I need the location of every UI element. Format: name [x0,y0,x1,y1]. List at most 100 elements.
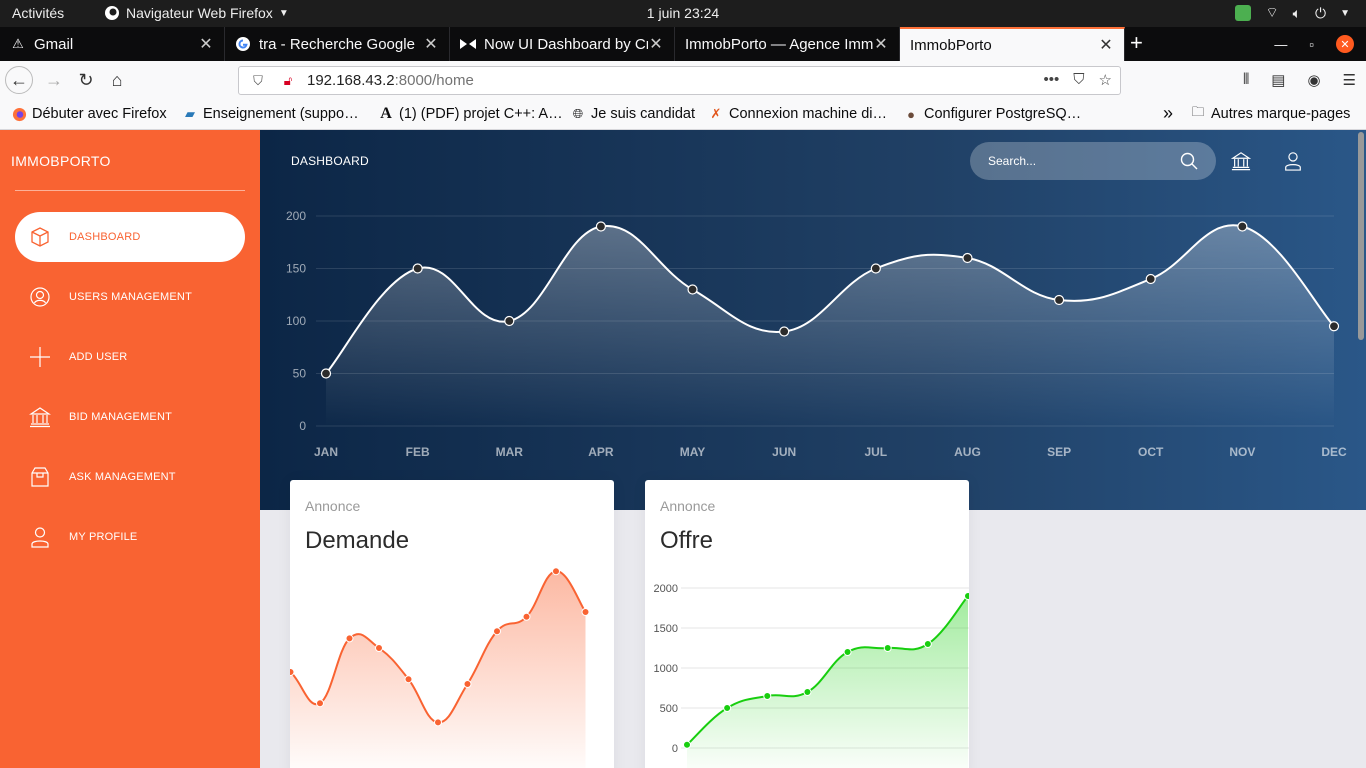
sidebar-item-users-management[interactable]: USERS MANAGEMENT [15,272,245,322]
y-tick-label: 0 [672,743,678,755]
new-tab-button[interactable]: + [1130,30,1143,56]
close-icon[interactable]: ✕ [423,34,439,54]
insecure-lock-icon[interactable]: 🔓︎ [277,73,299,89]
app-name: Navigateur Web Firefox [126,5,273,21]
bookmark-item[interactable]: 🌐︎ Je suis candidat [570,106,695,122]
bank-icon[interactable] [1230,151,1252,176]
security-shield-icon[interactable] [1235,5,1252,21]
tracking-shield-icon[interactable]: ⛉ [247,73,269,89]
card-title: Offre [660,527,713,554]
tab-label: Now UI Dashboard by Cr [484,35,648,53]
page-actions-icon[interactable]: ••• [1044,71,1060,89]
menu-icon[interactable]: ☰ [1343,71,1356,89]
activities-button[interactable]: Activités [12,5,64,21]
wifi-icon: ⌔ [1265,4,1279,20]
bookmark-item[interactable]: Débuter avec Firefox [11,106,167,122]
pocket-icon[interactable]: ⛉ [1073,71,1084,89]
card-offre: 2000 1500 1000 500 0 Annonce Offre [645,480,969,768]
tab-google-search[interactable]: tra - Recherche Google ✕ [225,27,450,61]
person-icon [15,526,65,548]
google-icon [235,36,251,52]
bookmark-label: Je suis candidat [591,106,695,122]
sidebar-item-bid-management[interactable]: BID MANAGEMENT [15,392,245,442]
x-tick-label: MAY [680,445,706,459]
bookmark-item[interactable]: A (1) (PDF) projet C++: A… [378,105,563,122]
y-tick-label: 200 [286,209,306,223]
bookmark-star-icon[interactable]: ☆ [1099,71,1112,89]
card-category: Annonce [305,498,361,514]
tab-immobporto-agence[interactable]: ImmobPorto — Agence Imm ✕ [675,27,900,61]
forward-button[interactable]: → [40,66,68,94]
more-bookmarks-chevron-icon[interactable]: » [1163,103,1173,124]
data-point [964,592,969,600]
data-point [412,263,423,274]
maximize-icon[interactable]: ▫ [1309,37,1314,52]
tab-now-ui-dashboard[interactable]: Now UI Dashboard by Cr ✕ [450,27,675,61]
brand-logo-text[interactable]: IMMOBPORTO [11,153,111,169]
sidebar-item-label: DASHBOARD [69,231,141,243]
home-button[interactable]: ⌂ [103,66,131,94]
library-icon[interactable]: ⫴ [1243,71,1249,89]
sidebar-item-my-profile[interactable]: MY PROFILE [15,512,245,562]
tab-gmail[interactable]: ⚠ Gmail ✕ [0,27,225,61]
sidebar-item-dashboard[interactable]: DASHBOARD [15,212,245,262]
window-close-icon[interactable]: ✕ [1336,35,1354,53]
x-tick-label: OCT [1138,445,1164,459]
card-demande: Annonce Demande [290,480,614,768]
url-path: :8000/home [394,72,474,89]
card-category: Annonce [660,498,716,514]
reload-button[interactable]: ↻ [72,66,100,94]
data-point [375,644,383,652]
bookmark-item[interactable]: ▰ Enseignement (suppo… [182,106,359,122]
close-icon[interactable]: ✕ [1098,35,1114,55]
user-profile-icon[interactable] [1283,151,1303,176]
data-point [434,718,442,727]
minimize-icon[interactable]: — [1274,37,1287,52]
search-input[interactable]: Search... [970,142,1216,180]
page-title[interactable]: DASHBOARD [291,154,369,168]
sidebar-item-label: BID MANAGEMENT [69,411,173,423]
search-icon[interactable] [1180,152,1198,173]
sidebar-item-ask-management[interactable]: ASK MANAGEMENT [15,452,245,502]
close-icon[interactable]: ✕ [873,34,889,54]
data-point [581,608,590,616]
url-bar[interactable]: ⛉ 🔓︎ 192.168.43.2:8000/home ••• ⛉ ☆ [238,66,1121,95]
bookmark-label: Enseignement (suppo… [203,106,359,122]
search-placeholder: Search... [988,154,1037,168]
y-tick-label: 150 [286,262,306,276]
app-menu[interactable]: Navigateur Web Firefox ▼ [104,5,289,21]
data-point [723,704,732,712]
back-button[interactable]: ← [5,66,33,94]
account-icon[interactable]: ◉ [1307,71,1320,89]
x-tick-label: APR [588,445,614,459]
sidebar-item-label: USERS MANAGEMENT [69,291,192,303]
web-page: IMMOBPORTO DASHBOARD USERS MANAGEMENT AD… [0,130,1366,768]
x-tick-label: JAN [314,445,338,459]
chevron-down-icon: ▼ [1340,7,1350,19]
page-scrollbar[interactable] [1358,132,1364,340]
tab-immobporto[interactable]: ImmobPorto ✕ [900,27,1125,61]
bookmark-item[interactable]: ● Configurer PostgreSQ… [903,106,1081,122]
sidebar-toggle-icon[interactable]: ▤ [1271,71,1285,89]
bookmark-label: (1) (PDF) projet C++: A… [399,106,563,122]
data-point [962,252,973,264]
system-tray[interactable]: ⌔ 🔈︎ ⏻ ▼ [1235,4,1350,22]
sidebar: IMMOBPORTO DASHBOARD USERS MANAGEMENT AD… [0,130,260,768]
elephant-icon: ● [907,106,915,122]
bookmark-item[interactable]: ✗ Connexion machine di… [708,106,887,122]
area-fill [687,596,968,768]
data-point [687,284,698,295]
bowtie-icon [460,36,476,52]
close-icon[interactable]: ✕ [198,34,214,54]
data-point [290,668,295,676]
window-controls: — ▫ ✕ [1274,35,1354,53]
sidebar-item-add-user[interactable]: ADD USER [15,332,245,382]
data-point [552,567,560,576]
data-point [803,688,812,696]
archive-icon [15,466,65,488]
y-tick-label: 0 [299,419,306,433]
other-bookmarks-folder[interactable]: 🗀 Autres marque-pages [1190,104,1351,122]
bookmark-label: Autres marque-pages [1211,106,1351,122]
folder-icon: 🗀 [1191,104,1205,119]
close-icon[interactable]: ✕ [648,34,664,54]
